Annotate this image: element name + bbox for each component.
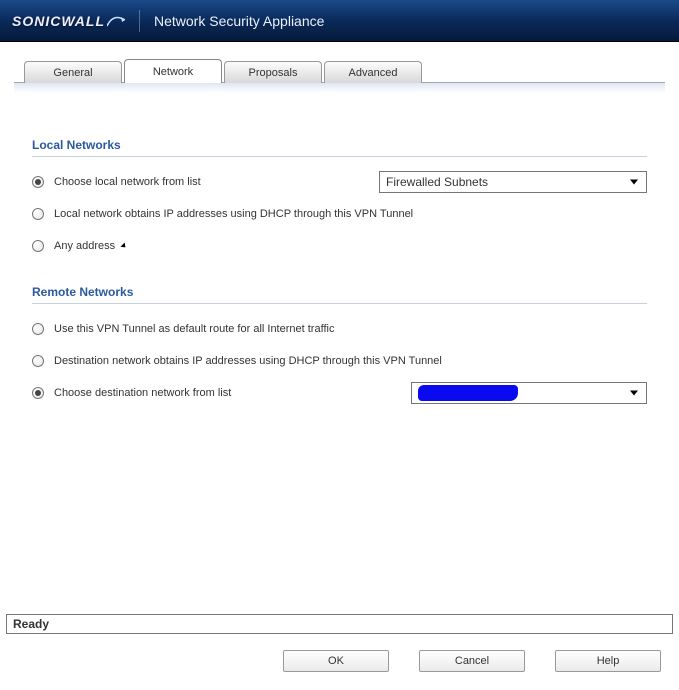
tab-advanced[interactable]: Advanced [324,61,422,83]
page-title: Network Security Appliance [140,13,324,29]
status-text: Ready [13,617,49,631]
tab-underline [14,82,665,94]
tab-network[interactable]: Network [124,59,222,83]
remote-option-row-2: Choose destination network from list [32,382,647,404]
app-header: SONICWALL Network Security Appliance [0,0,679,42]
brand-logo: SONICWALL [12,10,140,32]
sonicwall-swoosh-icon [107,15,125,27]
chevron-down-icon [630,391,638,396]
content-area: Local Networks Choose local network from… [0,94,679,404]
radio-remote-dhcp[interactable] [32,355,44,367]
local-option-row-0: Choose local network from list Firewalle… [32,171,647,193]
select-value-redacted [418,385,518,401]
help-button[interactable]: Help [555,650,661,672]
local-network-select[interactable]: Firewalled Subnets [379,171,647,193]
radio-label: Choose local network from list [54,176,201,188]
radio-local-from-list[interactable] [32,176,44,188]
radio-local-dhcp[interactable] [32,208,44,220]
remote-option-row-0: Use this VPN Tunnel as default route for… [32,318,647,340]
remote-networks-title: Remote Networks [32,285,647,299]
chevron-down-icon [630,180,638,185]
remote-network-select[interactable] [411,382,647,404]
radio-label: Choose destination network from list [54,387,231,399]
brand-text: SONICWALL [12,10,105,32]
ok-button[interactable]: OK [283,650,389,672]
radio-label: Local network obtains IP addresses using… [54,208,413,220]
radio-label: Use this VPN Tunnel as default route for… [54,323,334,335]
local-option-row-1: Local network obtains IP addresses using… [32,203,647,225]
radio-label: Destination network obtains IP addresses… [54,355,442,367]
local-option-row-2: Any address [32,235,647,257]
radio-remote-from-list[interactable] [32,387,44,399]
radio-remote-default-route[interactable] [32,323,44,335]
caret-icon [121,242,128,249]
radio-label: Any address [54,240,115,252]
cancel-button[interactable]: Cancel [419,650,525,672]
radio-local-any[interactable] [32,240,44,252]
local-networks-title: Local Networks [32,138,647,152]
remote-option-row-1: Destination network obtains IP addresses… [32,350,647,372]
section-divider [32,156,647,157]
tab-general[interactable]: General [24,61,122,83]
section-divider [32,303,647,304]
tab-bar: General Network Proposals Advanced [24,58,679,82]
tab-proposals[interactable]: Proposals [224,61,322,83]
select-value: Firewalled Subnets [386,175,488,189]
button-bar: OK Cancel Help [283,650,661,672]
status-bar: Ready [6,614,673,634]
